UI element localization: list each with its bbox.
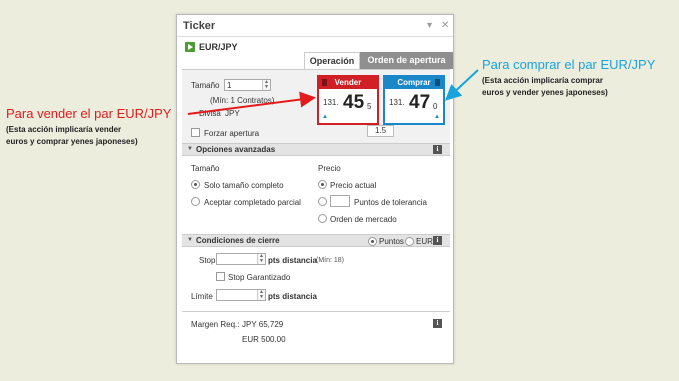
sell-arrow <box>187 91 316 115</box>
annotation-arrows <box>187 69 479 115</box>
buy-arrow <box>445 69 479 101</box>
